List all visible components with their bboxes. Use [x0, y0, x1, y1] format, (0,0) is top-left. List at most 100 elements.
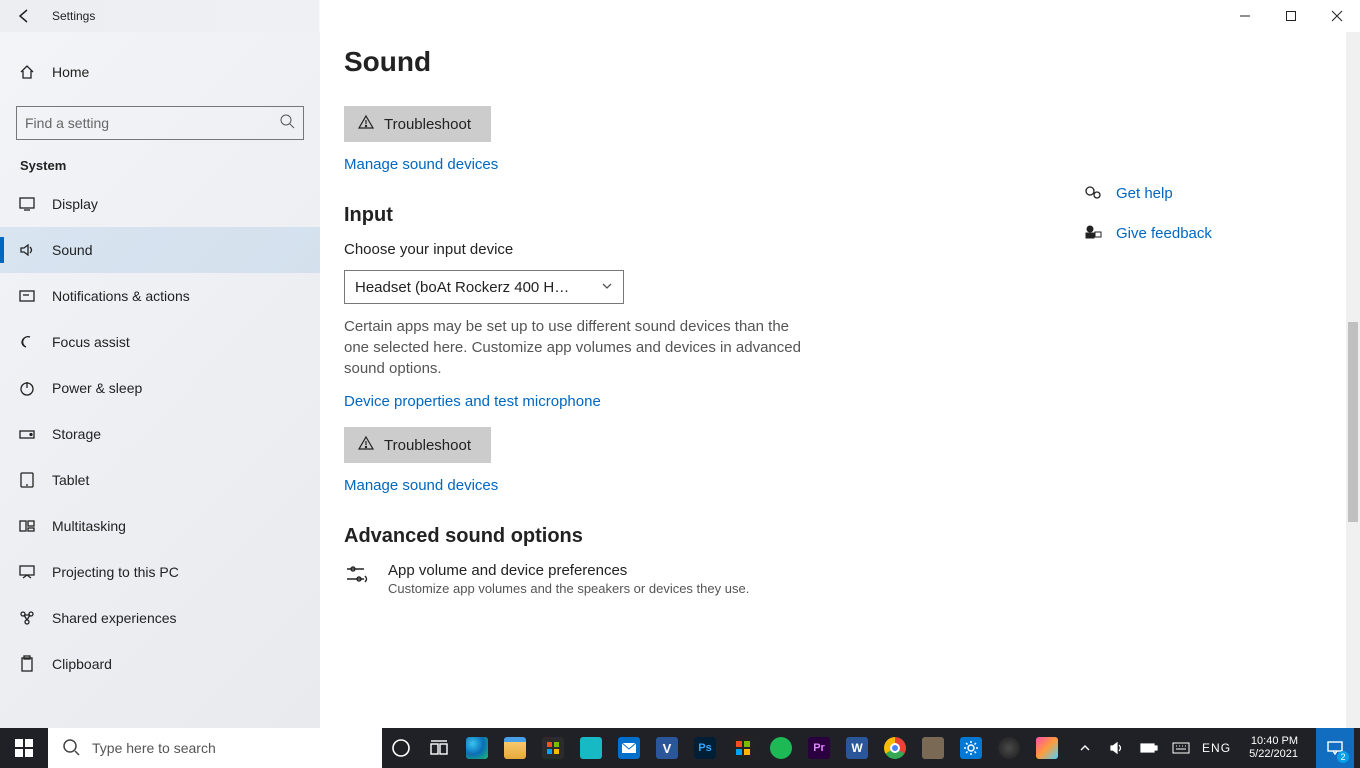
button-label: Troubleshoot: [384, 437, 471, 454]
shared-icon: [18, 609, 36, 627]
tray-volume-icon[interactable]: [1106, 728, 1128, 768]
taskbar-app-mail[interactable]: [610, 728, 648, 768]
button-label: Troubleshoot: [384, 116, 471, 133]
taskbar-search[interactable]: Type here to search: [48, 728, 382, 768]
sliders-icon: [344, 562, 370, 593]
home-button[interactable]: Home: [0, 52, 320, 92]
sidebar-item-label: Clipboard: [52, 656, 112, 672]
warning-icon: [358, 435, 374, 455]
search-box[interactable]: [16, 106, 304, 140]
sidebar-item-display[interactable]: Display: [0, 181, 320, 227]
device-properties-link[interactable]: Device properties and test microphone: [344, 393, 601, 410]
scrollbar-thumb[interactable]: [1348, 322, 1358, 522]
tray-keyboard-icon[interactable]: [1170, 728, 1192, 768]
sidebar-item-label: Projecting to this PC: [52, 564, 179, 580]
tray-clock[interactable]: 10:40 PM 5/22/2021: [1241, 735, 1306, 761]
tray-time: 10:40 PM: [1249, 735, 1298, 748]
troubleshoot-output-button[interactable]: Troubleshoot: [344, 106, 491, 142]
app-volume-title: App volume and device preferences: [388, 562, 749, 579]
tablet-icon: [18, 471, 36, 489]
minimize-button[interactable]: [1222, 0, 1268, 32]
tray-language[interactable]: ENG: [1202, 741, 1231, 755]
action-center-button[interactable]: 2: [1316, 728, 1354, 768]
help-icon: [1084, 184, 1102, 202]
task-view-button[interactable]: [420, 728, 458, 768]
taskbar-app-file-explorer[interactable]: [496, 728, 534, 768]
sidebar-item-clipboard[interactable]: Clipboard: [0, 641, 320, 687]
taskbar-app-word[interactable]: W: [838, 728, 876, 768]
app-volume-subtitle: Customize app volumes and the speakers o…: [388, 581, 749, 596]
multitasking-icon: [18, 517, 36, 535]
taskbar-app-obs[interactable]: [990, 728, 1028, 768]
sidebar-item-label: Focus assist: [52, 334, 130, 350]
tray-overflow-button[interactable]: [1074, 728, 1096, 768]
taskbar-app-microsoft-365[interactable]: [724, 728, 762, 768]
taskbar-app-premiere[interactable]: Pr: [800, 728, 838, 768]
sidebar-item-sound[interactable]: Sound: [0, 227, 320, 273]
taskbar-app-chrome[interactable]: [876, 728, 914, 768]
taskbar: Type here to search V Ps Pr W ENG 10:40 …: [0, 728, 1360, 768]
taskbar-app-spotify[interactable]: [762, 728, 800, 768]
manage-input-devices-link[interactable]: Manage sound devices: [344, 477, 498, 494]
sidebar-item-label: Sound: [52, 242, 92, 258]
taskbar-app-filmora[interactable]: [572, 728, 610, 768]
select-value: Headset (boAt Rockerz 400 Hand...: [355, 279, 575, 296]
search-icon: [62, 738, 80, 759]
home-icon: [18, 63, 36, 81]
sidebar-section-system: System: [0, 158, 320, 181]
sidebar-item-power-sleep[interactable]: Power & sleep: [0, 365, 320, 411]
troubleshoot-input-button[interactable]: Troubleshoot: [344, 427, 491, 463]
sidebar-item-storage[interactable]: Storage: [0, 411, 320, 457]
sidebar-item-notifications[interactable]: Notifications & actions: [0, 273, 320, 319]
taskbar-app-edge[interactable]: [458, 728, 496, 768]
taskbar-app-photoshop[interactable]: Ps: [686, 728, 724, 768]
search-input[interactable]: [25, 115, 279, 131]
taskbar-app-microsoft-store[interactable]: [534, 728, 572, 768]
notification-badge: 2: [1337, 751, 1349, 763]
maximize-button[interactable]: [1268, 0, 1314, 32]
notifications-icon: [18, 287, 36, 305]
close-button[interactable]: [1314, 0, 1360, 32]
taskbar-app-settings[interactable]: [952, 728, 990, 768]
get-help-link[interactable]: Get help: [1084, 184, 1324, 202]
main-content: Sound Troubleshoot Manage sound devices …: [320, 32, 1360, 728]
taskbar-app-paint3d[interactable]: [1028, 728, 1066, 768]
clipboard-icon: [18, 655, 36, 673]
sidebar-item-label: Power & sleep: [52, 380, 142, 396]
sidebar-item-label: Notifications & actions: [52, 288, 190, 304]
give-feedback-label: Give feedback: [1116, 225, 1212, 242]
feedback-icon: [1084, 224, 1102, 242]
sidebar: Home System Display Sound Notifications …: [0, 32, 320, 728]
sidebar-item-focus-assist[interactable]: Focus assist: [0, 319, 320, 365]
give-feedback-link[interactable]: Give feedback: [1084, 224, 1324, 242]
start-button[interactable]: [0, 728, 48, 768]
manage-output-devices-link[interactable]: Manage sound devices: [344, 156, 498, 173]
projecting-icon: [18, 563, 36, 581]
sidebar-item-tablet[interactable]: Tablet: [0, 457, 320, 503]
sidebar-item-multitasking[interactable]: Multitasking: [0, 503, 320, 549]
taskbar-app-voice-recorder[interactable]: [914, 728, 952, 768]
sidebar-item-shared-experiences[interactable]: Shared experiences: [0, 595, 320, 641]
input-description: Certain apps may be set up to use differ…: [344, 316, 804, 379]
sidebar-item-label: Shared experiences: [52, 610, 177, 626]
sidebar-item-label: Tablet: [52, 472, 89, 488]
right-rail: Get help Give feedback: [1084, 66, 1324, 242]
tray-battery-icon[interactable]: [1138, 728, 1160, 768]
titlebar: Settings: [0, 0, 1360, 32]
vertical-scrollbar[interactable]: [1346, 32, 1360, 728]
tray-date: 5/22/2021: [1249, 748, 1298, 761]
cortana-button[interactable]: [382, 728, 420, 768]
taskbar-app-visio[interactable]: V: [648, 728, 686, 768]
input-device-label: Choose your input device: [344, 241, 1360, 258]
focus-assist-icon: [18, 333, 36, 351]
storage-icon: [18, 425, 36, 443]
home-label: Home: [52, 64, 89, 80]
sound-icon: [18, 241, 36, 259]
app-volume-preferences[interactable]: App volume and device preferences Custom…: [344, 562, 1360, 596]
back-button[interactable]: [0, 0, 48, 32]
system-tray: ENG 10:40 PM 5/22/2021 2: [1074, 728, 1360, 768]
advanced-heading: Advanced sound options: [344, 525, 1360, 548]
power-icon: [18, 379, 36, 397]
input-device-select[interactable]: Headset (boAt Rockerz 400 Hand...: [344, 270, 624, 304]
sidebar-item-projecting[interactable]: Projecting to this PC: [0, 549, 320, 595]
